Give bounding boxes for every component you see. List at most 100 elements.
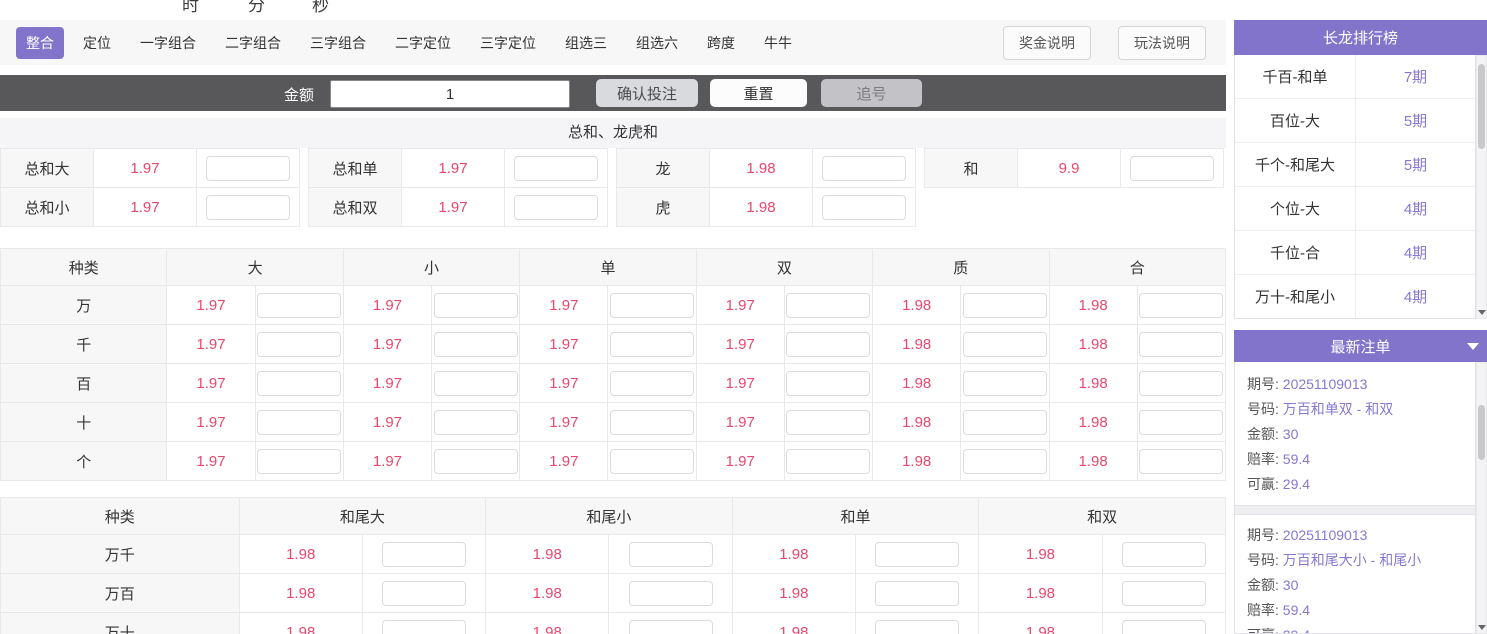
bet-input[interactable]	[786, 449, 870, 474]
bet-input[interactable]	[963, 332, 1047, 357]
bet-input[interactable]	[434, 293, 518, 318]
bet-cell	[961, 403, 1049, 442]
column-header: 和双	[979, 498, 1226, 535]
tab-sanzi-zuhe[interactable]: 三字组合	[300, 27, 376, 59]
bet-input[interactable]	[257, 293, 341, 318]
bet-input[interactable]	[434, 410, 518, 435]
bet-input[interactable]	[786, 410, 870, 435]
tab-kuadu[interactable]: 跨度	[697, 27, 745, 59]
bet-input[interactable]	[1139, 371, 1223, 396]
bet-input[interactable]	[1139, 293, 1223, 318]
bet-input[interactable]	[1122, 581, 1206, 606]
bet-input[interactable]	[1122, 542, 1206, 567]
odds-value: 1.98	[732, 535, 855, 574]
bet-cell	[856, 574, 979, 613]
bet-input[interactable]	[786, 371, 870, 396]
tab-yizi-zuhe[interactable]: 一字组合	[130, 27, 206, 59]
bet-input[interactable]	[1139, 332, 1223, 357]
bet-input[interactable]	[434, 449, 518, 474]
bet-input[interactable]	[629, 542, 713, 567]
column-header: 种类	[1, 498, 240, 535]
bet-input[interactable]	[610, 293, 694, 318]
tab-dingwei[interactable]: 定位	[73, 27, 121, 59]
scrollbar[interactable]	[1476, 362, 1487, 634]
bet-input[interactable]	[382, 620, 466, 634]
sum-section-title: 总和、龙虎和	[0, 118, 1226, 148]
bet-input[interactable]	[610, 332, 694, 357]
order-odds-line: 赔率: 59.4	[1247, 598, 1469, 623]
bet-input[interactable]	[1139, 410, 1223, 435]
bet-input[interactable]	[786, 332, 870, 357]
bet-input[interactable]	[257, 410, 341, 435]
rules-info-button[interactable]: 玩法说明	[1118, 26, 1206, 60]
odds-value: 1.97	[167, 286, 255, 325]
bet-input[interactable]	[963, 293, 1047, 318]
timer-hour-label: 时	[182, 0, 199, 16]
bet-input[interactable]	[786, 293, 870, 318]
bet-cell	[432, 442, 520, 481]
order-amount-line: 金额: 30	[1247, 422, 1469, 447]
bet-type-label: 总和小	[1, 188, 94, 226]
bet-input[interactable]	[875, 581, 959, 606]
dragon-panel-title: 长龙排行榜	[1234, 20, 1487, 55]
bet-cell	[255, 403, 343, 442]
bet-input[interactable]	[1130, 156, 1214, 181]
odds-value: 1.97	[696, 286, 784, 325]
bet-input[interactable]	[206, 156, 290, 181]
odds-value: 1.98	[732, 574, 855, 613]
bet-input[interactable]	[822, 156, 906, 181]
bet-input[interactable]	[875, 542, 959, 567]
chevron-down-icon[interactable]	[1467, 343, 1479, 350]
odds-value: 1.98	[732, 613, 855, 634]
table-row: 龙 1.98	[617, 149, 915, 188]
bet-input[interactable]	[434, 332, 518, 357]
bet-input[interactable]	[610, 449, 694, 474]
amount-input[interactable]	[330, 80, 570, 108]
bonus-info-button[interactable]: 奖金说明	[1003, 26, 1091, 60]
bet-input[interactable]	[514, 156, 598, 181]
field-label: 赔率:	[1247, 602, 1279, 618]
bet-input[interactable]	[257, 371, 341, 396]
bet-input[interactable]	[963, 449, 1047, 474]
tab-zhenghe[interactable]: 整合	[16, 27, 64, 59]
reset-button[interactable]: 重置	[710, 79, 807, 107]
bet-input[interactable]	[629, 620, 713, 634]
scroll-down-arrow-icon[interactable]	[1478, 625, 1486, 630]
bet-input[interactable]	[514, 195, 598, 220]
bet-input[interactable]	[1122, 620, 1206, 634]
scroll-down-arrow-icon[interactable]	[1478, 310, 1486, 315]
odds-value: 1.97	[167, 364, 255, 403]
bet-input[interactable]	[629, 581, 713, 606]
scrollbar-thumb[interactable]	[1478, 405, 1485, 460]
chase-number-button[interactable]: 追号	[821, 79, 922, 107]
tab-sanzi-dingwei[interactable]: 三字定位	[470, 27, 546, 59]
odds-value: 1.98	[873, 286, 961, 325]
tab-zuxuan-san[interactable]: 组选三	[555, 27, 617, 59]
bet-input[interactable]	[257, 449, 341, 474]
odds-value: 59.4	[1283, 602, 1310, 618]
tab-erzi-zuhe[interactable]: 二字组合	[215, 27, 291, 59]
scrollbar[interactable]	[1476, 55, 1487, 319]
tab-erzi-dingwei[interactable]: 二字定位	[385, 27, 461, 59]
bet-input[interactable]	[963, 371, 1047, 396]
entry-divider	[1235, 505, 1475, 515]
bet-input[interactable]	[257, 332, 341, 357]
bet-input[interactable]	[382, 542, 466, 567]
bet-input[interactable]	[610, 410, 694, 435]
dragon-ranking-list: 千百-和单7期 百位-大5期 千个-和尾大5期 个位-大4期 千位-合4期 万十…	[1234, 55, 1476, 319]
odds-value: 1.98	[873, 364, 961, 403]
bet-input[interactable]	[206, 195, 290, 220]
confirm-bet-button[interactable]: 确认投注	[596, 79, 698, 107]
bet-input[interactable]	[434, 371, 518, 396]
scrollbar-thumb[interactable]	[1478, 64, 1485, 149]
bet-input[interactable]	[822, 195, 906, 220]
bet-input[interactable]	[963, 410, 1047, 435]
bet-input[interactable]	[875, 620, 959, 634]
bet-input[interactable]	[1139, 449, 1223, 474]
bet-input[interactable]	[382, 581, 466, 606]
odds-value: 1.97	[402, 149, 505, 187]
tab-zuxuan-liu[interactable]: 组选六	[626, 27, 688, 59]
bet-cell	[1121, 149, 1223, 187]
bet-input[interactable]	[610, 371, 694, 396]
tab-niuniu[interactable]: 牛牛	[754, 27, 802, 59]
